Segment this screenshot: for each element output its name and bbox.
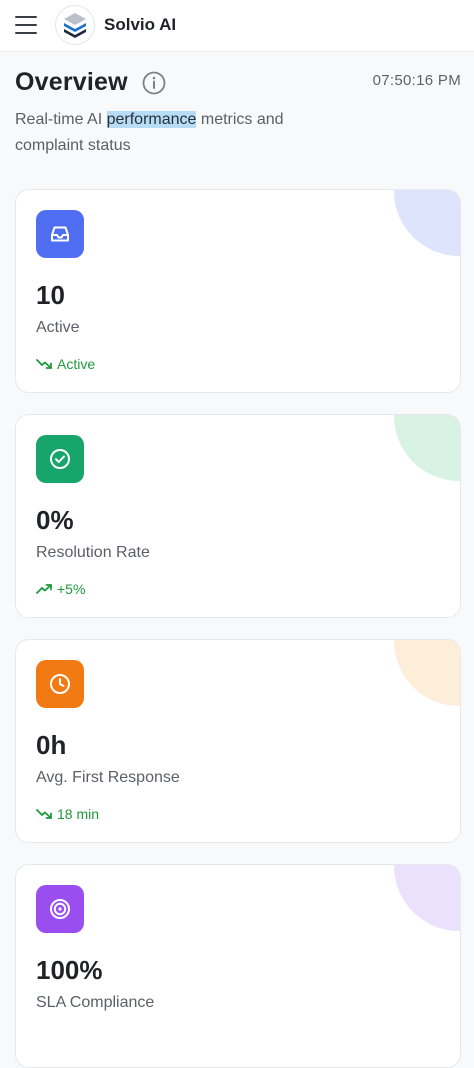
stat-label: Avg. First Response	[36, 769, 180, 786]
stat-trend: Active	[36, 356, 95, 372]
subtitle-highlight: performance	[106, 111, 197, 128]
trending-down-icon	[36, 359, 52, 369]
layers-logo-icon[interactable]	[55, 5, 95, 45]
current-time: 07:50:16 PM	[372, 72, 461, 89]
check-circle-icon	[36, 435, 84, 483]
stat-value: 0%	[36, 505, 74, 535]
page-header: Overview 07:50:16 PM Real-time AI perfor…	[15, 68, 461, 159]
stat-card-sla-compliance[interactable]: 100% SLA Compliance	[15, 864, 461, 1068]
stat-value: 0h	[36, 730, 67, 760]
stat-value: 10	[36, 280, 65, 310]
inbox-icon	[36, 210, 84, 258]
top-bar: Solvio AI	[0, 0, 474, 52]
stat-trend-text: Active	[57, 356, 96, 372]
trending-up-icon	[36, 584, 52, 594]
stat-card-resolution-rate[interactable]: 0% Resolution Rate +5%	[15, 414, 461, 618]
stat-label: SLA Compliance	[36, 994, 155, 1011]
subtitle-text-start: Real-time AI	[15, 111, 107, 128]
stat-label: Active	[36, 319, 80, 336]
card-decoration	[394, 415, 460, 481]
stat-trend: 18 min	[36, 806, 99, 822]
page-title: Overview	[15, 68, 128, 96]
stat-label: Resolution Rate	[36, 544, 150, 561]
stat-value: 100%	[36, 955, 103, 985]
info-icon[interactable]	[142, 71, 166, 95]
stat-trend: +5%	[36, 581, 85, 597]
card-decoration	[394, 190, 460, 256]
card-decoration	[394, 640, 460, 706]
trending-down-icon	[36, 809, 52, 819]
stat-card-first-response[interactable]: 0h Avg. First Response 18 min	[15, 639, 461, 843]
card-decoration	[394, 865, 460, 931]
stat-trend-text: 18 min	[57, 806, 100, 822]
app-title[interactable]: Solvio AI	[104, 15, 176, 35]
stat-card-active[interactable]: 10 Active Active	[15, 189, 461, 393]
page-subtitle: Real-time AI performance metrics and com…	[15, 107, 345, 159]
stat-trend-text: +5%	[57, 581, 86, 597]
clock-icon	[36, 660, 84, 708]
hamburger-menu-icon[interactable]	[14, 14, 38, 36]
target-icon	[36, 885, 84, 933]
